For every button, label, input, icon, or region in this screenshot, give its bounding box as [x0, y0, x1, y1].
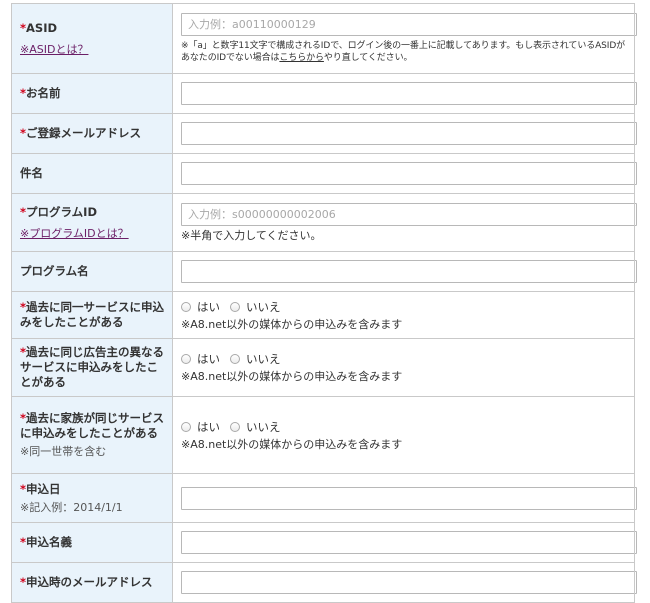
label-past-same-advertiser: 過去に同じ広告主の異なるサービスに申込みをしたことがある	[20, 345, 165, 389]
label-cell-apply-name: *申込名義	[11, 522, 173, 563]
field-cell-apply-email	[172, 562, 637, 603]
asid-input[interactable]	[181, 13, 637, 36]
label-asid: ASID	[26, 20, 58, 35]
radio-label-yes: はい	[197, 419, 220, 434]
row-apply-email: *申込時のメールアドレス	[11, 562, 637, 603]
subject-input[interactable]	[181, 162, 637, 185]
radio-button[interactable]	[181, 421, 191, 432]
label-cell-email: *ご登録メールアドレス	[11, 113, 173, 154]
label-apply-name: 申込名義	[26, 535, 73, 549]
label-past-same-service: 過去に同一サービスに申込みをしたことがある	[20, 300, 165, 329]
row-apply-date: *申込日 ※記入例：2014/1/1	[11, 473, 637, 523]
apply-email-input[interactable]	[181, 571, 637, 594]
inquiry-form-table: *ASID ※ASIDとは？ ※「a」と数字11文字で構成されるIDで、ログイン…	[11, 3, 637, 603]
label-apply-email: 申込時のメールアドレス	[26, 575, 153, 589]
field-cell-past-same-service: はい いいえ ※A8.net以外の媒体からの申込みを含みます	[172, 291, 635, 339]
label-cell-program-name: プログラム名	[11, 251, 173, 292]
radio-group-past-same-advertiser: はい いいえ	[181, 351, 626, 367]
radio-no-past-family[interactable]: いいえ	[230, 419, 281, 435]
program-id-input[interactable]	[181, 202, 637, 226]
radio-button[interactable]	[230, 421, 240, 432]
program-id-help-link[interactable]: ※プログラムIDとは？	[20, 227, 129, 240]
radio-button[interactable]	[230, 354, 240, 364]
row-program-id: *プログラムID ※プログラムIDとは？ ※半角で入力してください。	[11, 193, 637, 252]
row-past-family: *過去に家族が同じサービスに申込みをしたことがある ※同一世帯を含む はい いい…	[11, 396, 635, 474]
label-cell-past-same-advertiser: *過去に同じ広告主の異なるサービスに申込みをしたことがある	[11, 338, 173, 397]
asid-note-suffix: やり直してください。	[323, 53, 413, 63]
radio-label-yes: はい	[197, 352, 220, 366]
name-input[interactable]	[181, 82, 637, 105]
label-cell-apply-email: *申込時のメールアドレス	[11, 562, 173, 603]
apply-date-input[interactable]	[181, 486, 637, 510]
apply-name-input[interactable]	[181, 531, 637, 554]
field-cell-past-same-advertiser: はい いいえ ※A8.net以外の媒体からの申込みを含みます	[172, 338, 635, 397]
row-program-name: プログラム名	[11, 251, 637, 292]
radio-label-no: いいえ	[246, 352, 281, 366]
radio-label-yes: はい	[197, 299, 220, 314]
field-cell-program-name	[172, 251, 637, 292]
row-apply-name: *申込名義	[11, 522, 637, 563]
label-cell-apply-date: *申込日 ※記入例：2014/1/1	[11, 473, 173, 523]
apply-date-sub-note: ※記入例：2014/1/1	[20, 500, 123, 514]
label-cell-asid: *ASID ※ASIDとは？	[11, 3, 173, 74]
radio-group-past-same-service: はい いいえ	[181, 299, 626, 315]
label-cell-past-family: *過去に家族が同じサービスに申込みをしたことがある ※同一世帯を含む	[11, 396, 173, 474]
radio-yes-past-same-advertiser[interactable]: はい	[181, 351, 220, 367]
field-cell-subject	[172, 153, 637, 194]
past-family-sub-note: ※同一世帯を含む	[20, 445, 107, 458]
radio-button[interactable]	[181, 301, 191, 312]
label-apply-date: 申込日	[26, 481, 61, 496]
label-name: お名前	[26, 86, 61, 100]
label-cell-subject: 件名	[11, 153, 173, 194]
label-cell-program-id: *プログラムID ※プログラムIDとは？	[11, 193, 173, 252]
program-name-input[interactable]	[181, 260, 637, 283]
field-cell-apply-name	[172, 522, 637, 563]
radio-yes-past-same-service[interactable]: はい	[181, 299, 220, 315]
past-family-note: ※A8.net以外の媒体からの申込みを含みます	[181, 437, 403, 451]
field-cell-name	[172, 73, 637, 114]
label-cell-name: *お名前	[11, 73, 173, 114]
radio-button[interactable]	[230, 301, 240, 312]
label-past-family: 過去に家族が同じサービスに申込みをしたことがある	[20, 411, 165, 440]
radio-yes-past-family[interactable]: はい	[181, 419, 220, 435]
label-email: ご登録メールアドレス	[26, 126, 142, 140]
row-asid: *ASID ※ASIDとは？ ※「a」と数字11文字で構成されるIDで、ログイン…	[11, 3, 637, 74]
field-cell-past-family: はい いいえ ※A8.net以外の媒体からの申込みを含みます	[172, 396, 635, 474]
label-cell-past-same-service: *過去に同一サービスに申込みをしたことがある	[11, 291, 173, 339]
field-cell-asid: ※「a」と数字11文字で構成されるIDで、ログイン後の一番上に記載してあります。…	[172, 3, 637, 74]
past-same-service-note: ※A8.net以外の媒体からの申込みを含みます	[181, 317, 403, 331]
radio-button[interactable]	[181, 354, 191, 364]
asid-retry-link[interactable]: こちらから	[279, 53, 324, 63]
row-subject: 件名	[11, 153, 637, 194]
radio-no-past-same-service[interactable]: いいえ	[230, 299, 281, 315]
radio-group-past-family: はい いいえ	[181, 419, 626, 435]
field-cell-program-id: ※半角で入力してください。	[172, 193, 637, 252]
field-cell-apply-date	[172, 473, 637, 523]
past-same-advertiser-note: ※A8.net以外の媒体からの申込みを含みます	[181, 370, 403, 383]
label-program-name: プログラム名	[20, 264, 89, 278]
email-input[interactable]	[181, 122, 637, 145]
radio-no-past-same-advertiser[interactable]: いいえ	[230, 351, 281, 367]
row-name: *お名前	[11, 73, 637, 114]
row-past-same-advertiser: *過去に同じ広告主の異なるサービスに申込みをしたことがある はい いいえ ※A8…	[11, 338, 635, 397]
row-past-same-service: *過去に同一サービスに申込みをしたことがある はい いいえ ※A8.net以外の…	[11, 291, 635, 339]
radio-label-no: いいえ	[246, 419, 281, 434]
asid-note: ※「a」と数字11文字で構成されるIDで、ログイン後の一番上に記載してあります。…	[181, 40, 626, 64]
radio-label-no: いいえ	[246, 299, 281, 314]
label-subject: 件名	[20, 166, 43, 180]
program-id-note: ※半角で入力してください。	[181, 228, 322, 242]
field-cell-email	[172, 113, 637, 154]
label-program-id: プログラムID	[26, 204, 97, 219]
asid-help-link[interactable]: ※ASIDとは？	[20, 43, 88, 56]
row-email: *ご登録メールアドレス	[11, 113, 637, 154]
